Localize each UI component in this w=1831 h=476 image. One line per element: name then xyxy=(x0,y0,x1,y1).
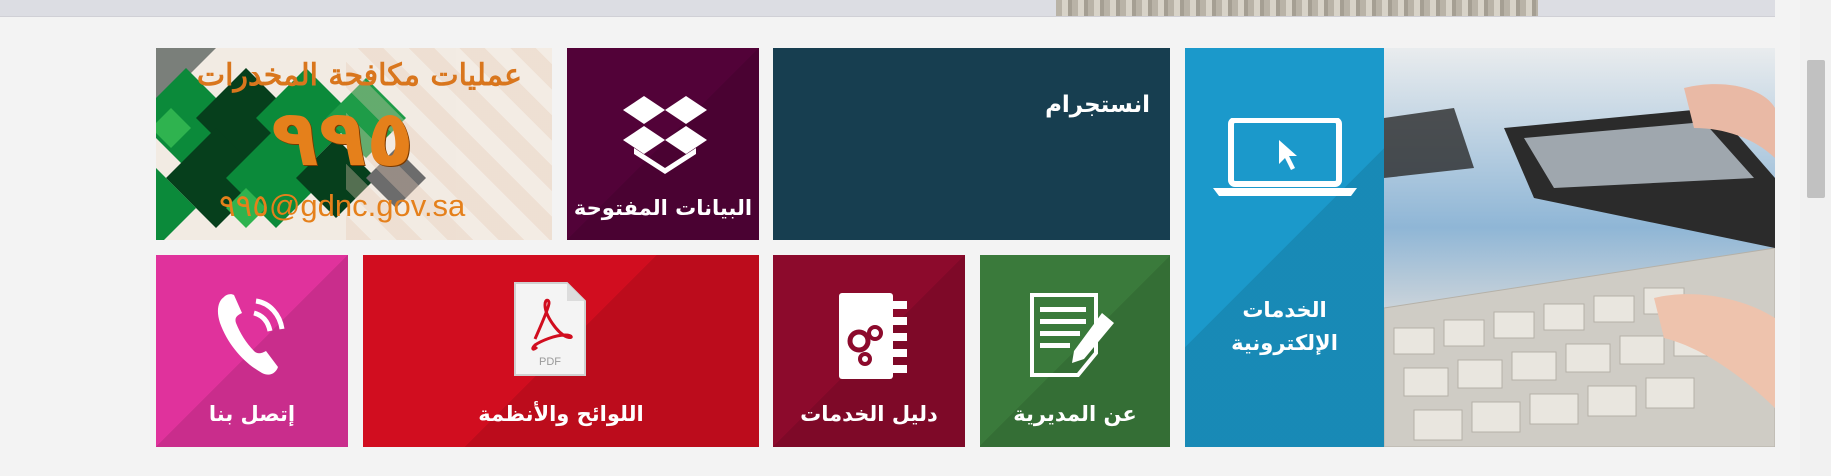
tile-services-guide[interactable]: دليل الخدمات xyxy=(773,255,965,447)
top-strip-photo xyxy=(1056,0,1538,16)
banner-number: ٩٩٥ xyxy=(271,94,414,184)
page-scrollbar[interactable] xyxy=(1800,0,1831,476)
pdf-document-icon: PDF xyxy=(514,282,586,376)
svg-text:PDF: PDF xyxy=(539,356,561,368)
banner-email: ٩٩٥@gdnc.gov.sa xyxy=(219,188,466,223)
phone-icon xyxy=(217,294,285,375)
dropbox-box-icon xyxy=(623,96,707,174)
tile-open-data[interactable]: البيانات المفتوحة xyxy=(567,48,759,240)
tile-contact-us[interactable]: إتصل بنا xyxy=(156,255,348,447)
document-pen-icon xyxy=(1030,293,1114,377)
tile-eservices[interactable]: الخدمات الإلكترونية xyxy=(1185,48,1384,447)
keyboard-phone-photo xyxy=(1384,48,1775,447)
tile-instagram[interactable]: انستجرام xyxy=(773,48,1170,240)
tile-regulations[interactable]: PDF اللوائح والأنظمة xyxy=(363,255,759,447)
scrollbar-thumb[interactable] xyxy=(1807,60,1825,198)
tile-contact-label: إتصل بنا xyxy=(208,402,296,426)
tile-regulations-label: اللوائح والأنظمة xyxy=(478,402,644,426)
tile-open-data-label: البيانات المفتوحة xyxy=(573,196,753,220)
tile-about-label: عن المديرية xyxy=(1013,402,1137,426)
keyboard-photo-image xyxy=(1384,48,1775,447)
tile-instagram-label: انستجرام xyxy=(1045,92,1150,118)
tile-about[interactable]: عن المديرية xyxy=(980,255,1170,447)
laptop-cursor-icon xyxy=(1213,118,1357,196)
tile-eservices-label-2: الإلكترونية xyxy=(1231,331,1338,355)
gear-notebook-icon xyxy=(839,293,907,379)
banner-title: عمليات مكافحة المخدرات xyxy=(196,58,522,93)
tile-services-guide-label: دليل الخدمات xyxy=(800,402,938,426)
tile-eservices-label-1: الخدمات xyxy=(1242,298,1327,322)
hotline-995-banner[interactable]: عمليات مكافحة المخدرات ٩٩٥ ٩٩٥@gdnc.gov.… xyxy=(156,48,552,240)
top-banner-strip xyxy=(0,0,1775,17)
